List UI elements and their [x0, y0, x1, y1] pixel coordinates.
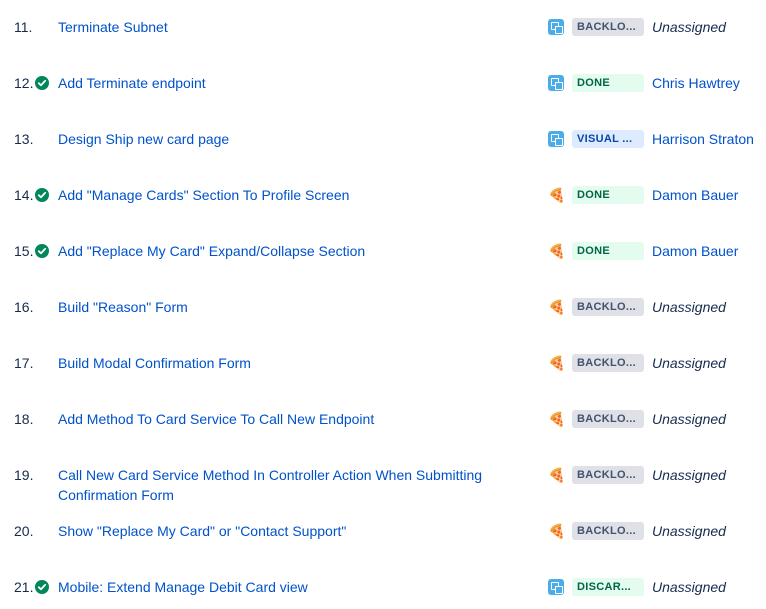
status-lozenge[interactable]: DONE — [572, 186, 644, 204]
issue-number: 14. — [14, 187, 34, 203]
assignee[interactable]: Unassigned — [652, 521, 726, 541]
assignee[interactable]: Unassigned — [652, 353, 726, 373]
pizza-icon: 🍕 — [548, 355, 566, 371]
subtask-icon — [548, 75, 564, 91]
assignee[interactable]: Chris Hawtrey — [652, 73, 740, 93]
issue-title-link[interactable]: Show "Replace My Card" or "Contact Suppo… — [58, 521, 508, 541]
check-circle-icon — [35, 580, 49, 594]
issue-title-link[interactable]: Build Modal Confirmation Form — [58, 353, 508, 373]
issue-title-link[interactable]: Add Method To Card Service To Call New E… — [58, 409, 508, 429]
issue-number: 20. — [14, 523, 34, 539]
assignee[interactable]: Unassigned — [652, 297, 726, 317]
issue-number: 21. — [14, 579, 34, 595]
child-issues-list: 11. Terminate Subnet BACKLO... Unassigne… — [0, 0, 766, 609]
status-lozenge[interactable]: BACKLO... — [572, 410, 644, 428]
status-lozenge[interactable]: BACKLO... — [572, 18, 644, 36]
check-circle-icon — [35, 188, 49, 202]
assignee[interactable]: Damon Bauer — [652, 241, 738, 261]
issue-number: 19. — [14, 467, 34, 483]
assignee[interactable]: Harrison Straton — [652, 129, 754, 149]
issue-title-link[interactable]: Add "Replace My Card" Expand/Collapse Se… — [58, 241, 508, 261]
status-lozenge[interactable]: VISUAL ... — [572, 130, 644, 148]
assignee[interactable]: Damon Bauer — [652, 185, 738, 205]
check-circle-icon — [35, 76, 49, 90]
check-circle-icon — [35, 244, 49, 258]
issue-title-link[interactable]: Build "Reason" Form — [58, 297, 508, 317]
status-lozenge[interactable]: DONE — [572, 242, 644, 260]
subtask-icon — [548, 19, 564, 35]
status-lozenge[interactable]: BACKLO... — [572, 354, 644, 372]
issue-number: 15. — [14, 243, 34, 259]
status-lozenge[interactable]: DISCAR... — [572, 578, 644, 596]
pizza-icon: 🍕 — [548, 411, 566, 427]
issue-title-link[interactable]: Terminate Subnet — [58, 17, 508, 37]
issue-number: 16. — [14, 299, 34, 315]
status-lozenge[interactable]: DONE — [572, 74, 644, 92]
status-lozenge[interactable]: BACKLO... — [572, 298, 644, 316]
issue-number: 17. — [14, 355, 34, 371]
issue-number: 11. — [14, 19, 33, 35]
assignee[interactable]: Unassigned — [652, 409, 726, 429]
assignee[interactable]: Unassigned — [652, 17, 726, 37]
assignee[interactable]: Unassigned — [652, 465, 726, 485]
issue-number: 13. — [14, 131, 34, 147]
pizza-icon: 🍕 — [548, 299, 566, 315]
issue-title-link[interactable]: Add Terminate endpoint — [58, 73, 508, 93]
assignee[interactable]: Unassigned — [652, 577, 726, 597]
issue-title-link[interactable]: Add "Manage Cards" Section To Profile Sc… — [58, 185, 508, 205]
issue-title-link[interactable]: Call New Card Service Method In Controll… — [58, 465, 488, 505]
issue-title-link[interactable]: Mobile: Extend Manage Debit Card view — [58, 577, 508, 597]
subtask-icon — [548, 131, 564, 147]
status-lozenge[interactable]: BACKLO... — [572, 522, 644, 540]
pizza-icon: 🍕 — [548, 243, 566, 259]
issue-number: 18. — [14, 411, 34, 427]
issue-number: 12. — [14, 75, 34, 91]
pizza-icon: 🍕 — [548, 523, 566, 539]
issue-title-link[interactable]: Design Ship new card page — [58, 129, 508, 149]
pizza-icon: 🍕 — [548, 187, 566, 203]
status-lozenge[interactable]: BACKLO... — [572, 466, 644, 484]
pizza-icon: 🍕 — [548, 467, 566, 483]
subtask-icon — [548, 579, 564, 595]
